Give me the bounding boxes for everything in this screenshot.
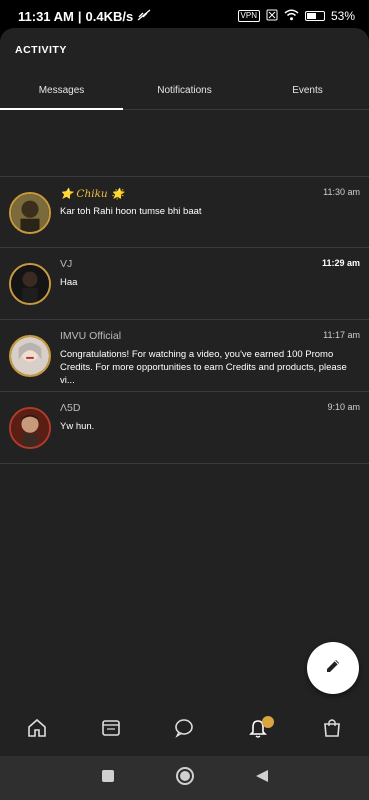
notification-badge	[262, 716, 275, 728]
network-speed: 0.4KB/s	[85, 8, 134, 24]
sender-name: VJ	[60, 258, 73, 270]
no-sim-icon	[266, 9, 278, 24]
message-preview: Haa	[60, 277, 78, 288]
page-title: ACTIVITY	[15, 44, 67, 56]
sender-name: Λ5D	[60, 402, 81, 414]
message-time: 11:30 am	[323, 187, 360, 197]
vpn-icon: VPN	[237, 10, 260, 22]
status-left: 11:31 AM | 0.4KB/s	[18, 9, 151, 24]
mute-icon	[137, 9, 151, 24]
avatar	[9, 407, 51, 449]
message-time: 11:17 am	[323, 330, 360, 340]
home-circle-icon[interactable]	[175, 766, 195, 791]
nav-shop[interactable]	[316, 714, 348, 746]
message-preview: Kar toh Rahi hoon tumse bhi baat	[60, 206, 202, 217]
nav-chat[interactable]	[168, 714, 200, 746]
list-item[interactable]: IMVU Official 11:17 am Congratulations! …	[0, 320, 369, 392]
nav-browse[interactable]	[95, 714, 127, 746]
tab-notifications[interactable]: Notifications	[123, 78, 246, 109]
sender-name: ⭐ Chiku 🌟	[60, 188, 125, 200]
recents-icon[interactable]	[101, 769, 115, 788]
system-nav-bar	[0, 756, 369, 800]
activity-panel: ACTIVITY Messages Notifications Events ⭐…	[0, 28, 369, 756]
list-item[interactable]: Λ5D 9:10 am Yw hun.	[0, 392, 369, 464]
message-time: 11:29 am	[321, 258, 360, 268]
nav-activity[interactable]	[242, 714, 275, 746]
tab-bar: Messages Notifications Events	[0, 78, 369, 110]
nav-home[interactable]	[21, 714, 53, 746]
home-icon	[26, 717, 48, 744]
message-time: 9:10 am	[327, 402, 360, 412]
back-icon[interactable]	[255, 769, 269, 788]
clock: 11:31 AM	[18, 8, 74, 24]
avatar	[9, 263, 51, 305]
pencil-icon	[324, 657, 342, 680]
battery-percent: 53%	[330, 9, 355, 23]
bottom-nav	[0, 704, 369, 756]
sender-name: IMVU Official	[60, 330, 122, 342]
list-item[interactable]: ⭐ Chiku 🌟 11:30 am Kar toh Rahi hoon tum…	[0, 176, 369, 248]
status-right: VPN 53%	[237, 9, 355, 24]
chat-bubble-icon	[173, 717, 195, 744]
list-item[interactable]: VJ 11:29 am Haa	[0, 248, 369, 320]
wifi-icon	[284, 9, 299, 24]
avatar	[9, 192, 51, 234]
compose-button[interactable]	[307, 642, 359, 694]
message-list: ⭐ Chiku 🌟 11:30 am Kar toh Rahi hoon tum…	[0, 176, 369, 464]
battery-icon	[304, 11, 325, 21]
avatar	[9, 335, 51, 377]
tab-events[interactable]: Events	[246, 78, 369, 109]
shopping-bag-icon	[321, 717, 343, 744]
browser-window-icon	[100, 717, 122, 744]
message-preview: Yw hun.	[60, 421, 95, 432]
tab-messages[interactable]: Messages	[0, 78, 123, 110]
message-preview: Congratulations! For watching a video, y…	[60, 349, 347, 386]
